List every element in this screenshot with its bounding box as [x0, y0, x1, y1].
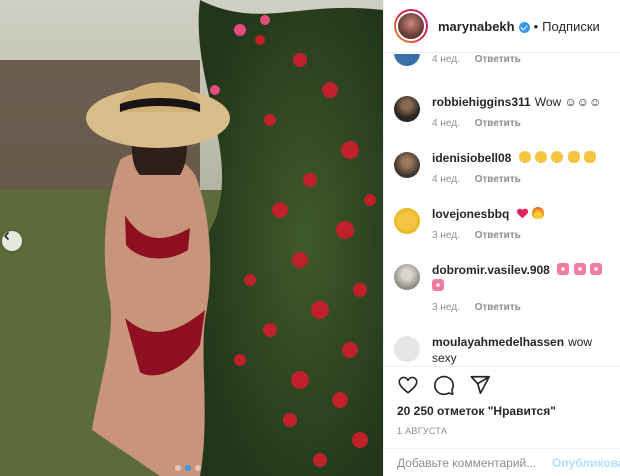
commenter-avatar[interactable]	[394, 96, 420, 122]
comment-time: 3 нед.	[432, 302, 460, 313]
post-side-panel: marynabekh • Подписки 4 нед. Ответить ro…	[383, 0, 620, 476]
comment-text: moulayahmedelhassen wow sexy	[432, 334, 610, 366]
carousel-dot	[175, 465, 181, 471]
comment-meta: 3 нед. Ответить	[432, 230, 545, 241]
photo-illustration	[0, 0, 383, 476]
comment-meta: 3 нед. Ответить	[432, 302, 610, 313]
comment-meta: 4 нед. Ответить	[432, 174, 597, 185]
author-username[interactable]: marynabekh	[438, 19, 515, 34]
following-button[interactable]: Подписки	[542, 19, 600, 34]
comment-item: idenisiobell08 4 нед. Ответить	[384, 150, 620, 185]
reply-button[interactable]: Ответить	[475, 118, 521, 129]
commenter-username[interactable]: robbiehiggins311	[432, 95, 531, 109]
comment-item: dobromir.vasilev.908 3 нед. Ответить	[384, 262, 620, 313]
cherry-blossom-icon	[557, 263, 570, 275]
chevron-left-icon	[3, 231, 10, 241]
comment-content: Wow ☺☺☺	[534, 95, 602, 109]
instagram-post: marynabekh • Подписки 4 нед. Ответить ro…	[0, 0, 620, 476]
comment-item: robbiehiggins311 Wow ☺☺☺ 4 нед. Ответить	[384, 94, 620, 129]
action-icons	[384, 367, 620, 396]
commenter-username[interactable]: moulayahmedelhassen	[432, 335, 564, 349]
comment-text: dobromir.vasilev.908	[432, 262, 610, 294]
comment-time: 4 нед.	[432, 118, 460, 129]
add-comment-bar: Опубликовать	[384, 448, 620, 476]
post-header: marynabekh • Подписки	[384, 0, 620, 53]
heart-icon[interactable]	[397, 374, 419, 396]
commenter-avatar[interactable]	[394, 336, 420, 362]
carousel-dot	[195, 465, 201, 471]
comment-text: lovejonesbbq	[432, 206, 545, 222]
commenter-avatar[interactable]	[394, 54, 420, 66]
author-avatar-ring[interactable]	[394, 9, 428, 43]
comment-time: 3 нед.	[432, 230, 460, 241]
comment-meta: 4 нед. Ответить	[432, 118, 601, 129]
reply-button[interactable]: Ответить	[475, 230, 521, 241]
commenter-avatar[interactable]	[394, 264, 420, 290]
header-separator: •	[533, 18, 539, 34]
reply-button[interactable]: Ответить	[475, 174, 521, 185]
smiling-face-icon	[535, 151, 548, 163]
comment-text: idenisiobell08	[432, 150, 597, 166]
post-actions: 20 250 отметок "Нравится" 1 АВГУСТА	[384, 366, 620, 436]
comment-time: 4 нед.	[432, 174, 460, 185]
comment-meta: 4 нед. Ответить	[432, 54, 533, 65]
cherry-blossom-icon	[573, 263, 586, 275]
cherry-blossom-icon	[432, 279, 444, 291]
comment-text: robbiehiggins311 Wow ☺☺☺	[432, 94, 601, 110]
publish-button[interactable]: Опубликовать	[552, 456, 620, 470]
commenter-username[interactable]: lovejonesbbq	[432, 207, 509, 221]
comment-input[interactable]	[397, 455, 552, 470]
smiling-face-icon	[551, 151, 564, 163]
reply-button[interactable]: Ответить	[475, 302, 521, 313]
post-date[interactable]: 1 АВГУСТА	[384, 418, 620, 436]
comment-time: 4 нед.	[432, 54, 460, 65]
commenter-username[interactable]: dobromir.vasilev.908	[432, 263, 550, 277]
author-avatar	[396, 11, 426, 41]
likes-count[interactable]: 20 250 отметок "Нравится"	[384, 396, 620, 418]
carousel-indicator	[175, 465, 201, 471]
commenter-avatar[interactable]	[394, 152, 420, 178]
commenter-username[interactable]: idenisiobell08	[432, 151, 511, 165]
smiling-face-icon	[518, 151, 531, 163]
comment-item: moulayahmedelhassen wow sexy	[384, 334, 620, 366]
comment-icon[interactable]	[433, 374, 455, 396]
carousel-dot-active	[185, 465, 191, 471]
reply-button[interactable]: Ответить	[475, 54, 521, 65]
clapping-hands-icon	[567, 151, 580, 163]
red-heart-icon	[517, 209, 528, 219]
share-icon[interactable]	[469, 374, 491, 396]
cherry-blossom-icon	[589, 263, 602, 275]
previous-photo-button[interactable]	[2, 231, 22, 251]
comment-item: 4 нед. Ответить	[384, 54, 620, 66]
fire-icon	[532, 207, 545, 219]
clapping-hands-icon	[584, 151, 597, 163]
post-photo[interactable]	[0, 0, 383, 476]
comment-list[interactable]: 4 нед. Ответить robbiehiggins311 Wow ☺☺☺ …	[384, 54, 620, 366]
comment-item: lovejonesbbq 3 нед. Ответить	[384, 206, 620, 241]
verified-badge-icon	[518, 21, 530, 33]
commenter-avatar[interactable]	[394, 208, 420, 234]
